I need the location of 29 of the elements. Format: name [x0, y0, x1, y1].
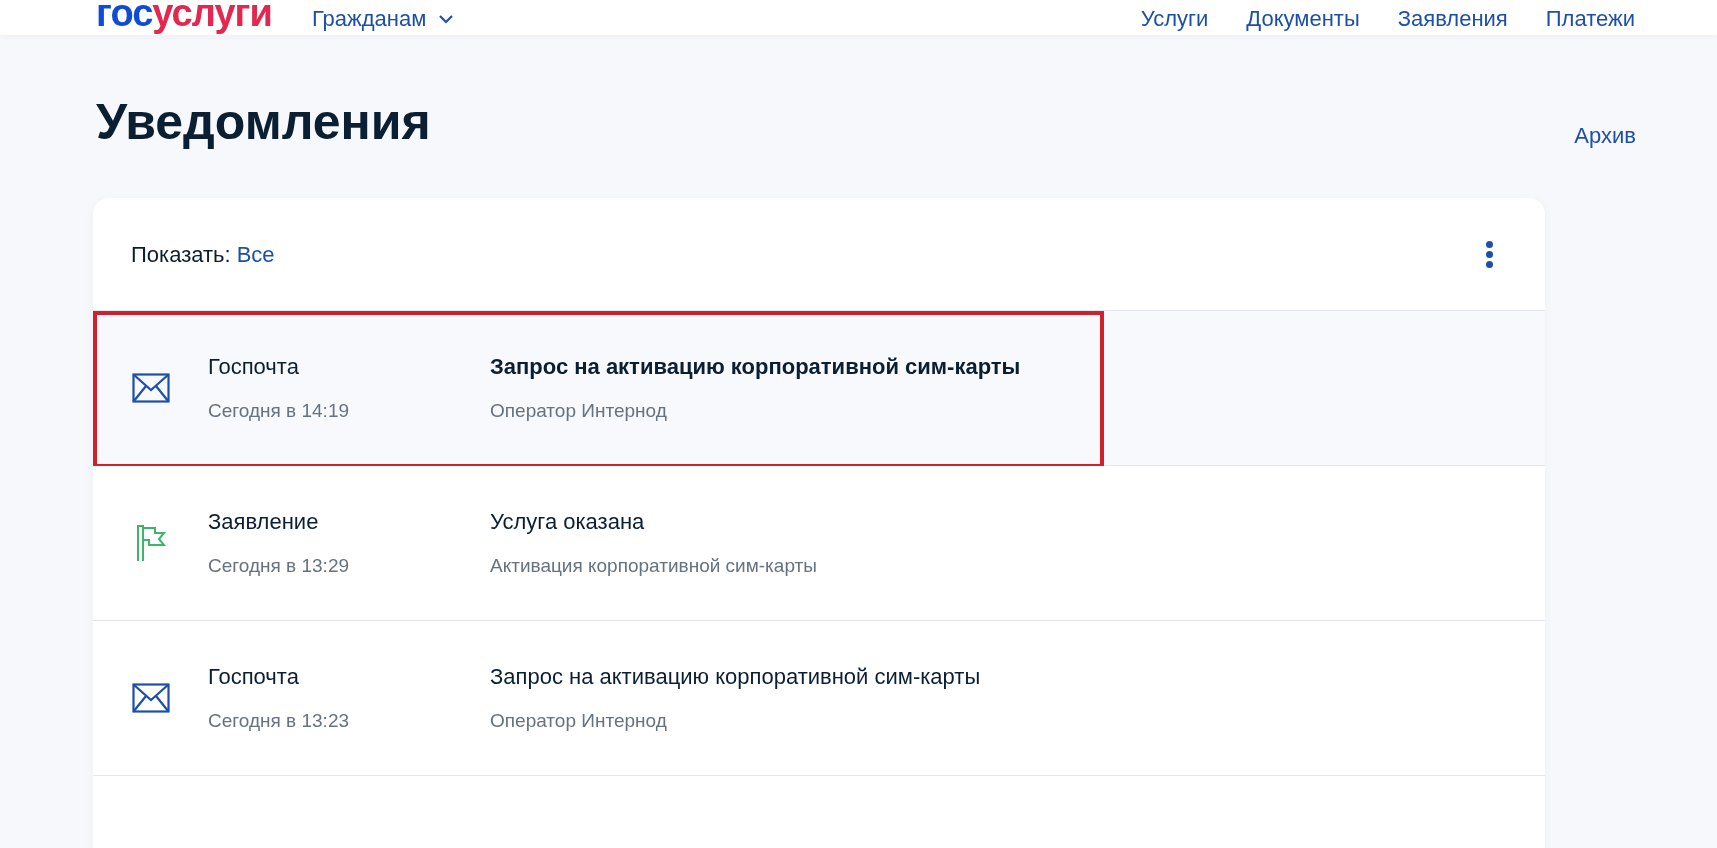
notification-subtitle: Оператор Интернод	[490, 399, 668, 424]
notification-row[interactable]: Госпочта Сегодня в 13:23 Запрос на активацию корпоративной сим-карты Оператор Интернод	[93, 621, 1545, 776]
logo[interactable]: госуслуги	[96, 0, 272, 32]
notification-row[interactable]: Госпочта Сегодня в 14:19 Запрос на активацию корпоративной сим-карты Оператор Интернод	[93, 311, 1545, 466]
envelope-icon	[131, 683, 170, 713]
chevron-down-icon	[438, 13, 455, 24]
notification-category: Госпочта	[208, 663, 300, 692]
nav-link[interactable]: Заявления	[1397, 2, 1508, 35]
notification-category: Заявление	[208, 508, 320, 537]
nav-link[interactable]: Услуги	[1140, 2, 1209, 35]
notification-title: Услуга оказана	[490, 508, 646, 537]
archive-link[interactable]: Архив	[1574, 119, 1636, 152]
notification-date: Сегодня в 13:23	[208, 709, 350, 734]
notification-date: Сегодня в 14:19	[208, 399, 350, 424]
notification-date: Сегодня в 13:29	[208, 554, 350, 579]
nav-link[interactable]: Документы	[1246, 2, 1360, 35]
notification-title: Запрос на активацию корпоративной сим-карты	[490, 663, 981, 692]
notification-subtitle: Активация корпоративной сим-карты	[490, 554, 817, 579]
notification-category: Госпочта	[208, 353, 300, 382]
envelope-icon	[131, 373, 170, 403]
flag-icon	[134, 524, 167, 562]
notification-title: Запрос на активацию корпоративной сим-карты	[490, 353, 1021, 382]
filter-label: Показать:	[131, 240, 231, 269]
filter-value-link[interactable]: Все	[236, 237, 275, 271]
page-title: Уведомления	[96, 97, 431, 147]
citizens-menu[interactable]: Гражданам	[311, 2, 455, 35]
notification-subtitle: Оператор Интернод	[490, 709, 668, 734]
nav-link[interactable]: Платежи	[1545, 2, 1635, 35]
notification-row[interactable]: Заявление Сегодня в 13:29 Услуга оказана Активация корпоративной сим-карты	[93, 466, 1545, 621]
